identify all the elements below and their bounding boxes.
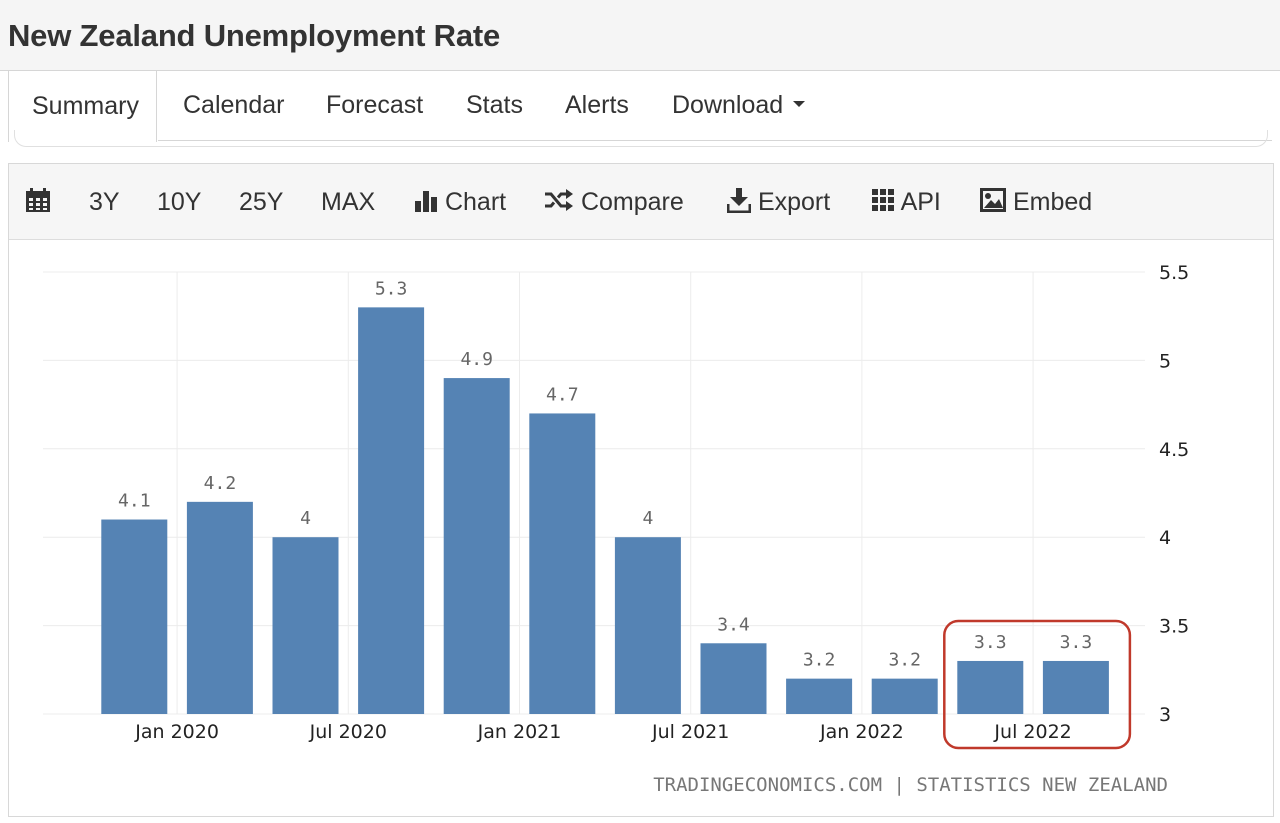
bar-value-label: 3.2 (803, 650, 836, 671)
bar-value-label: 4.9 (460, 349, 493, 370)
page-title: New Zealand Unemployment Rate (8, 18, 501, 53)
tab-forecast-label: Forecast (326, 91, 424, 119)
bar-value-label: 3.4 (717, 614, 750, 635)
bar (700, 643, 767, 714)
y-tick-label: 4.5 (1159, 439, 1189, 461)
x-axis-ticks: Jan 2020 Jul 2020 Jan 2021 Jul 2021 Jan 2022… (134, 721, 1072, 743)
bar (529, 413, 596, 714)
bar (101, 519, 168, 714)
bar (957, 660, 1024, 714)
bar-value-label: 3.3 (974, 632, 1007, 653)
y-tick-label: 3.5 (1159, 616, 1189, 638)
bar-value-label: 3.3 (1060, 632, 1093, 653)
y-tick-label: 5 (1159, 350, 1171, 372)
chart-panel: 3Y 10Y 25Y MAX Chart Compare Export API … (8, 163, 1274, 817)
bar (186, 501, 253, 714)
tab-calendar-label: Calendar (183, 91, 285, 119)
bar (272, 537, 339, 714)
x-tick-label: Jan 2021 (477, 721, 562, 743)
y-axis-ticks: 3 3.5 4 4.5 5 5.5 (1159, 262, 1189, 726)
x-tick-label: Jul 2022 (993, 721, 1071, 743)
bar (443, 378, 510, 714)
x-tick-label: Jul 2021 (651, 721, 729, 743)
bar (614, 537, 681, 714)
bar-value-label: 4 (300, 508, 311, 529)
bar-value-label: 3.2 (888, 650, 921, 671)
tab-alerts-label: Alerts (565, 91, 629, 119)
y-tick-label: 3 (1159, 704, 1171, 726)
bar-value-label: 4.1 (118, 491, 151, 512)
y-tick-label: 4 (1159, 527, 1171, 549)
value-labels: 4.1 4.2 4 5.3 4.9 4.7 4 3.4 3.2 3.2 3.3 3.3 (118, 278, 1092, 670)
bar (871, 678, 938, 714)
x-tick-label: Jul 2020 (309, 721, 387, 743)
x-tick-label: Jan 2022 (819, 721, 904, 743)
source-credit: TRADINGECONOMICS.COM | STATISTICS NEW ZE… (653, 774, 1168, 796)
tab-panel-edge (14, 130, 1268, 147)
bar (786, 678, 853, 714)
y-tick-label: 5.5 (1159, 262, 1189, 284)
bar-value-label: 4.2 (204, 473, 237, 494)
x-tick-label: Jan 2020 (134, 721, 219, 743)
bar (1042, 660, 1109, 714)
bar-value-label: 5.3 (375, 278, 408, 299)
bar-chart: 4.1 4.2 4 5.3 4.9 4.7 4 3.4 3.2 3.2 3.3 3.3 Jan 202… (43, 262, 1189, 796)
bar (358, 307, 425, 714)
bar-value-label: 4.7 (546, 384, 579, 405)
tab-stats-label: Stats (466, 91, 523, 119)
chevron-down-icon (793, 101, 806, 108)
bar-value-label: 4 (642, 508, 653, 529)
bars (101, 307, 1109, 714)
tab-summary-label: Summary (32, 92, 139, 120)
tab-download-label: Download (672, 91, 784, 119)
page-header: New Zealand Unemployment Rate (0, 0, 1280, 71)
